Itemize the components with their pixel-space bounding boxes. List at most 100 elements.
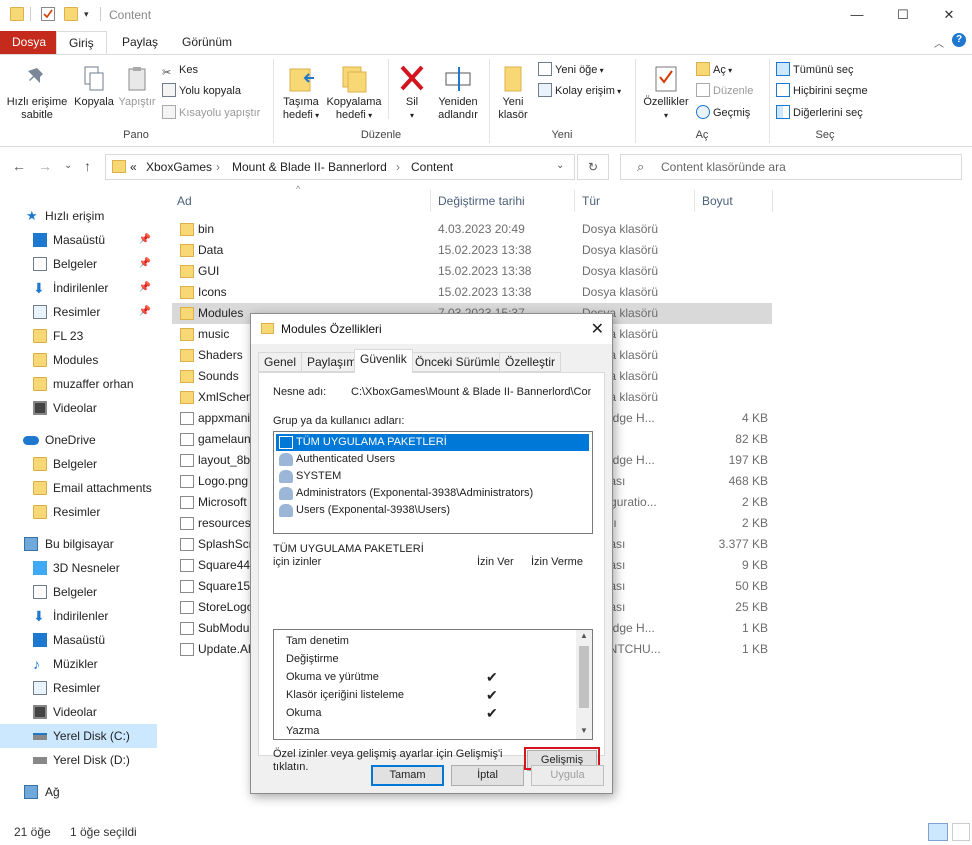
up-icon[interactable]: ↑ (84, 158, 91, 174)
tab-previous-versions[interactable]: Önceki Sürümler (409, 352, 511, 372)
file-row[interactable]: Icons 15.02.2023 13:38 Dosya klasörü (172, 282, 772, 303)
nav-onedrive-documents[interactable]: Belgeler (0, 452, 157, 476)
new-item-button[interactable]: Yeni öğe ▾ (538, 61, 604, 79)
column-name[interactable]: Ad (177, 194, 192, 208)
scrollbar-thumb[interactable] (579, 646, 589, 708)
search-box[interactable]: ⌕ Content klasöründe ara (620, 154, 962, 180)
tab-security[interactable]: Güvenlik (354, 349, 413, 373)
help-icon[interactable]: ? (952, 33, 966, 47)
select-none-button[interactable]: Hiçbirini seçme (776, 82, 868, 100)
nav-downloads[interactable]: ⬇ İndirilenler 📌 (0, 276, 157, 300)
tab-home[interactable]: Giriş (56, 31, 107, 54)
column-divider[interactable] (574, 190, 575, 212)
pin-icon[interactable]: 📌 (139, 228, 151, 252)
copy-button[interactable]: Kopyala (72, 65, 116, 109)
nav-pictures[interactable]: Resimler 📌 (0, 300, 157, 324)
rename-button[interactable]: Yeniden adlandır (432, 63, 484, 122)
forward-icon[interactable]: → (38, 158, 52, 174)
properties-button[interactable]: Özellikler ▾ (640, 63, 692, 122)
column-date[interactable]: Değiştirme tarihi (438, 194, 525, 208)
pin-icon[interactable]: 📌 (139, 300, 151, 324)
nav-modules[interactable]: Modules (0, 348, 157, 372)
group-row[interactable]: Administrators (Exponental-3938\Administ… (276, 485, 589, 502)
address-dropdown-icon[interactable]: ⌄ (556, 160, 564, 171)
nav-pc-pictures[interactable]: Resimler (0, 676, 157, 700)
dialog-close-icon[interactable]: ✕ (591, 319, 604, 339)
new-folder-qa-icon[interactable] (64, 7, 78, 21)
cancel-button[interactable]: İptal (451, 765, 524, 786)
file-row[interactable]: bin 4.03.2023 20:49 Dosya klasörü (172, 219, 772, 240)
group-row[interactable]: TÜM UYGULAMA PAKETLERİ (276, 434, 589, 451)
nav-fl23[interactable]: FL 23 (0, 324, 157, 348)
refresh-button[interactable]: ↻ (577, 154, 609, 180)
crumb-content[interactable]: Content (411, 160, 453, 174)
back-icon[interactable]: ← (12, 158, 26, 174)
details-view-icon[interactable] (928, 823, 948, 841)
group-row[interactable]: Authenticated Users (276, 451, 589, 468)
delete-button[interactable]: Sil ▾ (392, 63, 432, 122)
invert-selection-button[interactable]: Diğerlerini seç (776, 104, 863, 122)
nav-pc-videos[interactable]: Videolar (0, 700, 157, 724)
nav-videos[interactable]: Videolar (0, 396, 157, 420)
column-divider[interactable] (772, 190, 773, 212)
easy-access-button[interactable]: Kolay erişim ▾ (538, 82, 621, 100)
file-row[interactable]: GUI 15.02.2023 13:38 Dosya klasörü (172, 261, 772, 282)
minimize-button[interactable]: — (834, 0, 880, 30)
open-button[interactable]: Aç ▾ (696, 61, 732, 79)
recent-locations-icon[interactable]: ⌄ (64, 160, 72, 171)
address-bar[interactable]: « XboxGames › Mount & Blade II- Bannerlo… (105, 154, 575, 180)
group-row[interactable]: Users (Exponental-3938\Users) (276, 502, 589, 519)
nav-onedrive-pictures[interactable]: Resimler (0, 500, 157, 524)
tab-share[interactable]: Paylaş (110, 31, 170, 54)
nav-music[interactable]: ♪ Müzikler (0, 652, 157, 676)
scroll-up-icon[interactable]: ▲ (580, 631, 588, 640)
scroll-down-icon[interactable]: ▼ (580, 726, 588, 735)
paste-shortcut-button[interactable]: Kısayolu yapıştır (162, 104, 260, 122)
group-user-list[interactable]: TÜM UYGULAMA PAKETLERİ Authenticated Use… (273, 431, 593, 534)
crumb-separator[interactable]: › (396, 160, 400, 174)
file-row[interactable]: Data 15.02.2023 13:38 Dosya klasörü (172, 240, 772, 261)
history-button[interactable]: Geçmiş (696, 104, 750, 122)
nav-network[interactable]: Ağ (0, 780, 157, 804)
tab-view[interactable]: Görünüm (170, 31, 244, 54)
edit-button[interactable]: Düzenle (696, 82, 753, 100)
crumb-xboxgames[interactable]: XboxGames (146, 160, 212, 174)
nav-quick-access[interactable]: ★ Hızlı erişim (0, 204, 157, 228)
nav-pc-downloads[interactable]: ⬇ İndirilenler (0, 604, 157, 628)
copy-path-button[interactable]: Yolu kopyala (162, 82, 241, 100)
nav-email-attachments[interactable]: Email attachments (0, 476, 157, 500)
nav-pc-documents[interactable]: Belgeler (0, 580, 157, 604)
properties-qa-icon[interactable] (41, 7, 55, 21)
nav-3d-objects[interactable]: 3D Nesneler (0, 556, 157, 580)
tab-general[interactable]: Genel (258, 352, 303, 372)
new-folder-button[interactable]: Yeni klasör (494, 63, 532, 122)
tab-file[interactable]: Dosya (0, 31, 59, 54)
group-row[interactable]: SYSTEM (276, 468, 589, 485)
nav-local-disk-c[interactable]: Yerel Disk (C:) (0, 724, 157, 748)
move-to-button[interactable]: Taşıma hedefi ▾ (278, 63, 324, 122)
permissions-scrollbar[interactable]: ▲ ▼ (576, 630, 592, 739)
crumb-separator[interactable]: › (216, 160, 220, 174)
nav-muzaffer-orhan[interactable]: muzaffer orhan (0, 372, 157, 396)
apply-button[interactable]: Uygula (531, 765, 604, 786)
nav-pc-desktop[interactable]: Masaüstü (0, 628, 157, 652)
nav-onedrive[interactable]: OneDrive (0, 428, 157, 452)
cut-button[interactable]: ✂ Kes (162, 61, 198, 79)
column-type[interactable]: Tür (582, 194, 600, 208)
column-size[interactable]: Boyut (702, 194, 733, 208)
crumb-bannerlord[interactable]: Mount & Blade II- Bannerlord (232, 160, 387, 174)
pin-icon[interactable]: 📌 (139, 252, 151, 276)
overflow-crumb[interactable]: « (130, 160, 137, 174)
nav-documents[interactable]: Belgeler 📌 (0, 252, 157, 276)
maximize-button[interactable]: ☐ (880, 0, 926, 30)
pin-icon[interactable]: 📌 (139, 276, 151, 300)
customize-qa-icon[interactable]: ▾ (84, 9, 98, 23)
nav-this-pc[interactable]: Bu bilgisayar (0, 532, 157, 556)
close-button[interactable]: ✕ (926, 0, 972, 30)
column-divider[interactable] (430, 190, 431, 212)
nav-local-disk-d[interactable]: Yerel Disk (D:) (0, 748, 157, 772)
paste-button[interactable]: Yapıştır (118, 65, 156, 109)
collapse-ribbon-icon[interactable]: ︿ (934, 35, 944, 50)
select-all-button[interactable]: Tümünü seç (776, 61, 854, 79)
copy-to-button[interactable]: Kopyalama hedefi ▾ (324, 63, 384, 122)
